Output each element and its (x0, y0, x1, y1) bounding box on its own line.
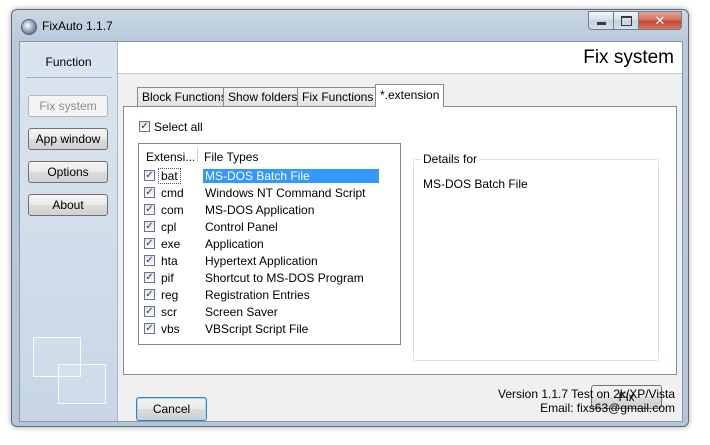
list-item-scr[interactable]: ✓ scr Screen Saver (139, 303, 400, 320)
caption-buttons: ✕ (588, 11, 682, 30)
file-type-cell: MS-DOS Batch File (203, 169, 379, 183)
file-type-cell: Windows NT Command Script (205, 186, 366, 200)
details-text: MS-DOS Batch File (423, 177, 528, 191)
row-checkbox[interactable]: ✓ (144, 170, 155, 181)
minimize-button[interactable] (588, 11, 614, 30)
close-button[interactable]: ✕ (639, 11, 682, 30)
client-area: Function Fix system App window Options A… (19, 41, 683, 422)
file-type-cell: Control Panel (205, 220, 278, 234)
version-text: Version 1.1.7 Test on 2k/XP/Vista (498, 387, 675, 401)
tab-fix-functions[interactable]: Fix Functions (297, 87, 379, 106)
extension-cell: cpl (161, 220, 177, 234)
extension-cell: pif (161, 271, 174, 285)
file-type-cell: Shortcut to MS-DOS Program (205, 271, 364, 285)
page-title: Fix system (583, 47, 674, 68)
list-item-cmd[interactable]: ✓ cmd Windows NT Command Script (139, 184, 400, 201)
list-item-pif[interactable]: ✓ pif Shortcut to MS-DOS Program (139, 269, 400, 286)
maximize-button[interactable] (614, 11, 639, 30)
list-item-exe[interactable]: ✓ exe Application (139, 235, 400, 252)
options-button[interactable]: Options (28, 161, 108, 183)
details-group: MS-DOS Batch File (413, 159, 659, 361)
tab-panel: ✓ Select all Extensi... File Types ✓ bat… (123, 106, 677, 409)
file-type-cell: VBScript Script File (205, 322, 309, 336)
window-title: FixAuto 1.1.7 (42, 19, 113, 33)
main-panel: Fix system Block Functions Show folders … (118, 42, 682, 421)
sidebar-title: Function (45, 55, 92, 69)
tab-show-folders[interactable]: Show folders (223, 87, 303, 106)
extension-cell: scr (161, 305, 177, 319)
minimize-icon (596, 22, 606, 25)
row-checkbox[interactable]: ✓ (144, 187, 155, 198)
row-checkbox[interactable]: ✓ (144, 272, 155, 283)
row-checkbox[interactable]: ✓ (144, 323, 155, 334)
decorative-square (58, 364, 106, 404)
file-type-cell: Registration Entries (205, 288, 310, 302)
extension-cell: bat (158, 168, 181, 184)
list-item-reg[interactable]: ✓ reg Registration Entries (139, 286, 400, 303)
list-item-vbs[interactable]: ✓ vbs VBScript Script File (139, 320, 400, 337)
app-window-button[interactable]: App window (28, 128, 108, 150)
close-icon: ✕ (654, 12, 666, 28)
extension-list[interactable]: Extensi... File Types ✓ bat MS-DOS Batch… (138, 143, 401, 345)
file-type-cell: Application (205, 237, 264, 251)
select-all-checkbox[interactable]: ✓ (139, 121, 150, 132)
row-checkbox[interactable]: ✓ (144, 306, 155, 317)
list-item-com[interactable]: ✓ com MS-DOS Application (139, 201, 400, 218)
sidebar-divider (26, 77, 112, 78)
row-checkbox[interactable]: ✓ (144, 255, 155, 266)
maximize-icon (620, 15, 632, 26)
sidebar: Function Fix system App window Options A… (20, 42, 118, 421)
cancel-button[interactable]: Cancel (136, 397, 207, 421)
file-type-cell: Screen Saver (205, 305, 278, 319)
email-text: Email: fixs63@gmail.com (540, 401, 675, 415)
column-divider[interactable] (197, 147, 198, 162)
footer-info: Version 1.1.7 Test on 2k/XP/Vista Email:… (498, 387, 675, 415)
select-all-label[interactable]: Select all (154, 120, 203, 134)
row-checkbox[interactable]: ✓ (144, 204, 155, 215)
fix-system-button: Fix system (28, 95, 108, 117)
extension-cell: vbs (161, 322, 180, 336)
extension-cell: exe (161, 237, 181, 251)
page-header: Fix system (118, 42, 682, 74)
title-bar[interactable]: FixAuto 1.1.7 ✕ (12, 10, 688, 40)
extension-cell: reg (161, 288, 179, 302)
about-button[interactable]: About (28, 194, 108, 216)
extension-cell: com (161, 203, 184, 217)
extension-cell: hta (161, 254, 178, 268)
list-item-cpl[interactable]: ✓ cpl Control Panel (139, 218, 400, 235)
column-header-extension[interactable]: Extensi... (146, 150, 194, 164)
list-item-bat[interactable]: ✓ bat MS-DOS Batch File (139, 167, 400, 184)
tab-block-functions[interactable]: Block Functions (137, 87, 232, 106)
tab-extension[interactable]: *.extension (375, 84, 445, 107)
row-checkbox[interactable]: ✓ (144, 238, 155, 249)
app-icon (21, 19, 37, 35)
file-type-cell: Hypertext Application (205, 254, 318, 268)
extension-cell: cmd (161, 186, 184, 200)
row-checkbox[interactable]: ✓ (144, 221, 155, 232)
details-legend: Details for (421, 152, 480, 166)
column-header-file-types[interactable]: File Types (204, 150, 258, 164)
list-item-hta[interactable]: ✓ hta Hypertext Application (139, 252, 400, 269)
file-type-cell: MS-DOS Application (205, 203, 315, 217)
row-checkbox[interactable]: ✓ (144, 289, 155, 300)
app-window: FixAuto 1.1.7 ✕ Function Fix system App … (11, 9, 689, 427)
